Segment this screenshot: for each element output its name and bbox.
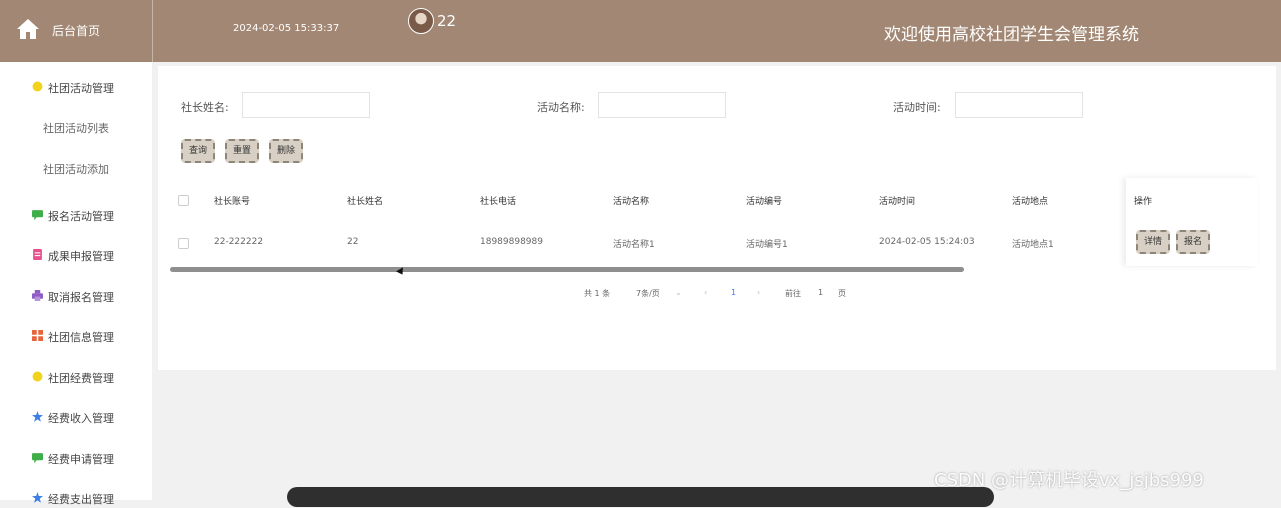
current-datetime: 2024-02-05 15:33:37 (233, 23, 340, 34)
leader-name-label: 社长姓名: (181, 101, 229, 114)
activity-time-input[interactable] (955, 92, 1083, 118)
cell-activity-number: 活动编号1 (746, 240, 788, 250)
sidebar-item-label: 成果申报管理 (48, 250, 114, 263)
col-header-leader-name: 社长姓名 (347, 197, 384, 207)
sidebar-item-label: 社团经费管理 (48, 372, 114, 385)
sidebar-item-label: 社团活动管理 (48, 82, 114, 95)
sidebar-item-signup-activity[interactable]: 报名活动管理 (0, 205, 152, 225)
page-size-select[interactable]: 7条/页 (636, 288, 660, 299)
sidebar-item-label: 报名活动管理 (48, 210, 114, 223)
col-header-leader-phone: 社长电话 (480, 197, 517, 207)
sidebar: 社团活动管理 社团活动列表 社团活动添加 报名活动管理 成果申报管理 取消报名管… (0, 62, 152, 506)
doc-pink-icon (33, 249, 42, 260)
sidebar-item-club-info[interactable]: 社团信息管理 (0, 326, 152, 346)
top-header: 后台首页 2024-02-05 15:33:37 22 欢迎使用高校社团学生会管… (0, 0, 1281, 62)
delete-button[interactable]: 删除 (269, 139, 304, 163)
goto-label: 前往 (785, 289, 801, 298)
grid-orange-icon (32, 330, 43, 341)
chevron-down-icon[interactable]: ⌄ (675, 288, 682, 297)
detail-button[interactable]: 详情 (1136, 230, 1171, 254)
activity-name-label: 活动名称: (537, 101, 585, 114)
bottom-overlay-bar (287, 487, 994, 507)
prev-page-icon[interactable]: ‹ (704, 288, 707, 297)
signup-button[interactable]: 报名 (1176, 230, 1211, 254)
query-button[interactable]: 查询 (181, 139, 216, 163)
star-blue-icon (32, 411, 43, 422)
cell-leader-phone: 18989898989 (480, 237, 543, 247)
cell-activity-place: 活动地点1 (1012, 240, 1054, 250)
reset-button[interactable]: 重置 (225, 139, 260, 163)
chat-green-icon (32, 210, 43, 220)
sidebar-subitem-activity-list[interactable]: 社团活动列表 (0, 120, 152, 136)
col-header-activity-number: 活动编号 (746, 197, 783, 207)
sidebar-item-label: 经费支出管理 (48, 493, 114, 506)
next-page-icon[interactable]: › (757, 288, 760, 297)
sidebar-item-fund-expense[interactable]: 经费支出管理 (0, 488, 152, 508)
circle-yellow-icon (32, 81, 43, 92)
printer-purple-icon (32, 290, 43, 301)
sidebar-item-club-funds[interactable]: 社团经费管理 (0, 367, 152, 387)
site-title: 欢迎使用高校社团学生会管理系统 (884, 25, 1139, 45)
sidebar-item-label: 经费申请管理 (48, 453, 114, 466)
goto-page-input[interactable]: 1 (818, 288, 823, 297)
sidebar-item-label: 取消报名管理 (48, 291, 114, 304)
username[interactable]: 22 (437, 12, 456, 30)
home-label: 后台首页 (52, 24, 101, 38)
circle-yellow-icon (32, 371, 43, 382)
sidebar-item-club-activity[interactable]: 社团活动管理 (0, 77, 152, 97)
cell-leader-name: 22 (347, 237, 359, 247)
cell-activity-time: 2024-02-05 15:24:03 (879, 237, 975, 247)
activity-name-input[interactable] (598, 92, 726, 118)
col-header-activity-time: 活动时间 (879, 197, 916, 207)
pagination-total: 共 1 条 (584, 289, 611, 298)
cell-activity-name: 活动名称1 (613, 240, 655, 250)
home-link[interactable]: 后台首页 (0, 0, 153, 62)
user-avatar[interactable] (408, 8, 434, 34)
col-header-leader-account: 社长账号 (214, 197, 251, 207)
sidebar-item-achievement[interactable]: 成果申报管理 (0, 245, 152, 265)
current-page[interactable]: 1 (731, 288, 736, 297)
select-all-checkbox[interactable] (178, 195, 189, 206)
sidebar-subitem-activity-add[interactable]: 社团活动添加 (0, 161, 152, 177)
col-header-operations: 操作 (1134, 197, 1153, 207)
cell-leader-account: 22-222222 (214, 237, 264, 247)
home-icon (17, 19, 39, 39)
chat-green-icon (32, 453, 43, 463)
sidebar-item-label: 社团信息管理 (48, 331, 114, 344)
sidebar-item-fund-income[interactable]: 经费收入管理 (0, 407, 152, 427)
row-checkbox[interactable] (178, 238, 189, 249)
main-panel: 社长姓名: 活动名称: 活动时间: 查询 重置 删除 社长账号 社长姓名 社长电… (158, 66, 1276, 370)
sidebar-item-fund-application[interactable]: 经费申请管理 (0, 448, 152, 468)
col-header-activity-name: 活动名称 (613, 197, 650, 207)
operations-column: 操作 详情 报名 (1126, 178, 1258, 266)
star-blue-icon (32, 492, 43, 503)
activity-time-label: 活动时间: (893, 101, 941, 114)
page-suffix: 页 (838, 289, 846, 298)
sidebar-item-label: 经费收入管理 (48, 412, 114, 425)
table-horizontal-scrollbar[interactable] (170, 267, 964, 272)
col-header-activity-place: 活动地点 (1012, 197, 1049, 207)
sidebar-item-cancel-signup[interactable]: 取消报名管理 (0, 286, 152, 306)
leader-name-input[interactable] (242, 92, 370, 118)
